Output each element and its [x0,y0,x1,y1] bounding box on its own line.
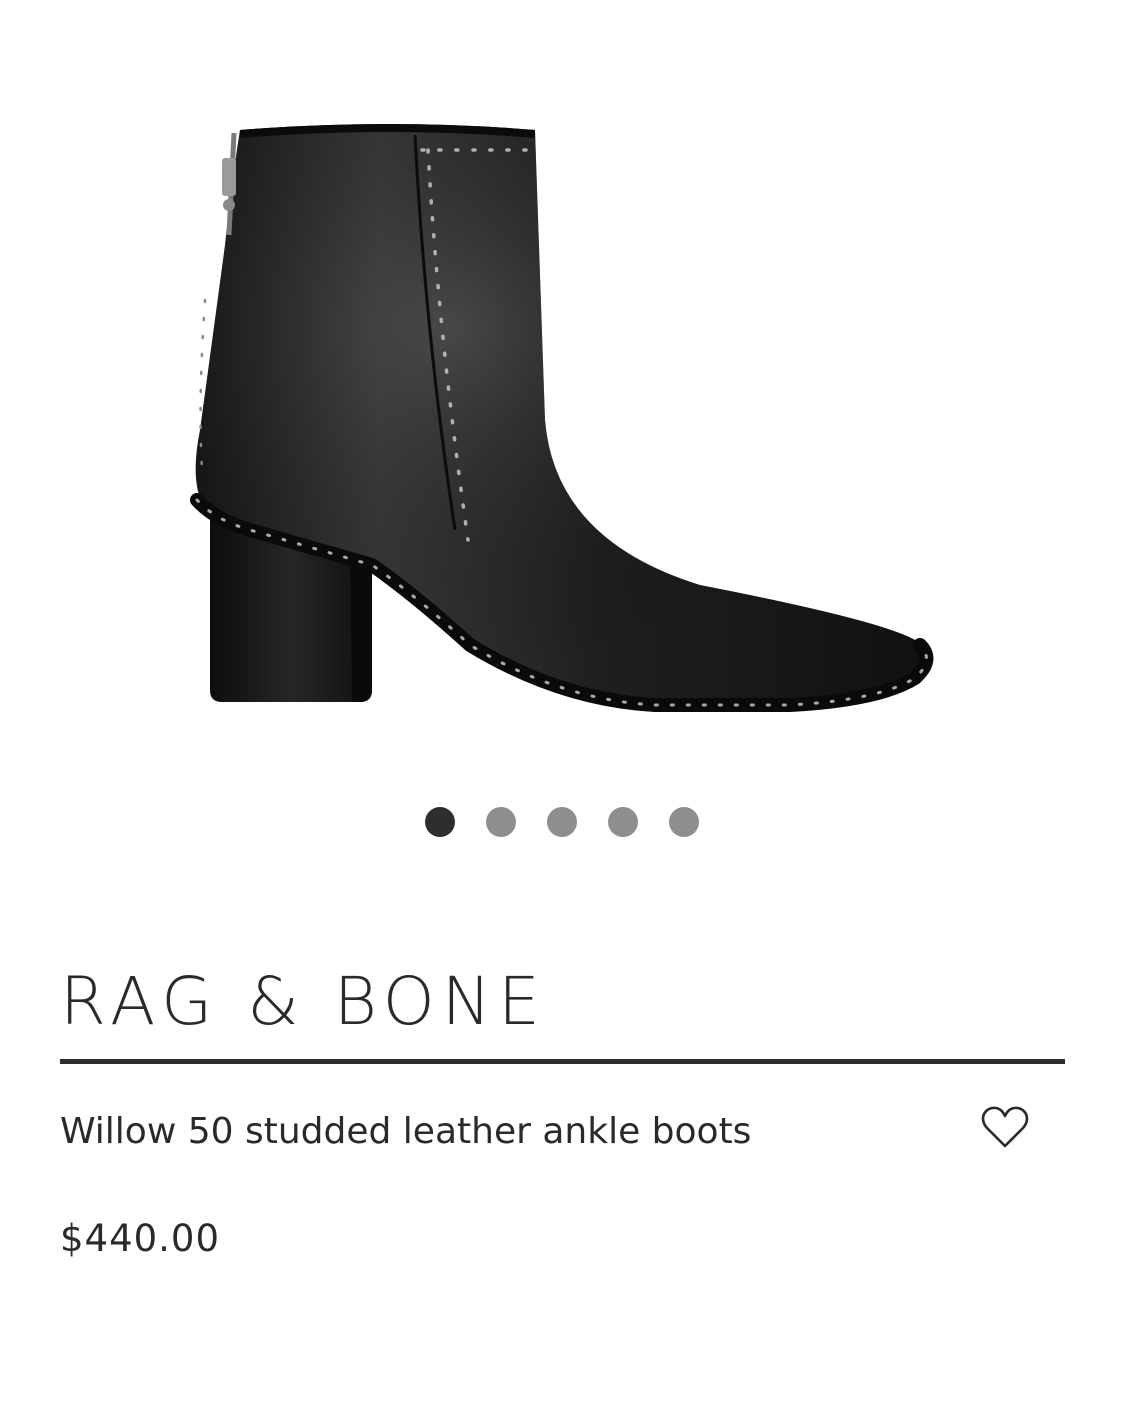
wishlist-button[interactable] [978,1101,1032,1155]
brand-name[interactable]: RAG & BONE [60,962,547,1042]
gallery-dot-5[interactable] [669,807,699,837]
gallery-dot-2[interactable] [486,807,516,837]
product-title: Willow 50 studded leather ankle boots [60,1111,752,1152]
product-price: $440.00 [60,1217,221,1260]
heart-outline-icon [981,1106,1029,1148]
gallery-dot-1[interactable] [425,807,455,837]
product-image-gallery[interactable] [0,0,1125,760]
product-image [190,124,934,712]
gallery-dot-3[interactable] [547,807,577,837]
gallery-pagination [0,807,1125,839]
brand-divider [60,1059,1065,1064]
gallery-dot-4[interactable] [608,807,638,837]
